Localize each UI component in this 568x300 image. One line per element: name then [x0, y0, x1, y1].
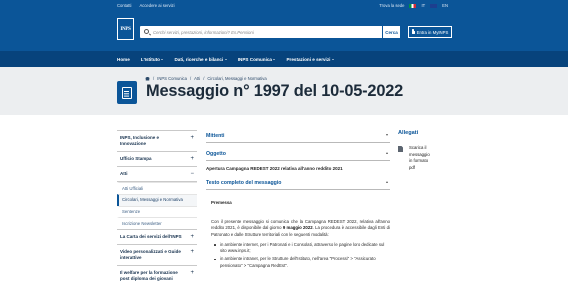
- sidebar-item-label: Il welfare per la formazione post diplom…: [120, 270, 178, 282]
- section-oggetto[interactable]: Oggetto: [206, 148, 390, 161]
- plus-icon: +: [190, 234, 194, 241]
- attachments-panel: Allegati Scarica il messaggio in formato…: [398, 130, 458, 171]
- premessa-heading: Premessa: [211, 200, 232, 205]
- sidebar-item-ufficio-stampa[interactable]: Ufficio Stampa +: [117, 151, 197, 166]
- sidebar-item-label: La Carta dei servizi dell'INPS: [120, 234, 182, 240]
- sidebar-subitem-newsletter[interactable]: Iscrizione Newsletter: [117, 217, 197, 229]
- site-header: INPS Cerca Entra in MyINPS: [0, 11, 568, 51]
- chevron-down-icon: [331, 58, 334, 60]
- chevron-up-icon: [386, 181, 388, 183]
- section-heading: Oggetto: [206, 151, 226, 157]
- plus-icon: +: [190, 156, 194, 162]
- list-item: in ambiente intranet, per le Strutture d…: [214, 256, 390, 269]
- nav-item-home[interactable]: Home: [117, 57, 130, 62]
- sidebar-item-welfare[interactable]: Il welfare per la formazione post diplom…: [117, 265, 197, 286]
- section-heading: Mittenti: [206, 133, 225, 139]
- chevron-down-icon: [224, 58, 227, 60]
- sidebar-item-label: Ufficio Stampa: [120, 156, 152, 161]
- nav-item-dati[interactable]: Dati, ricerche e bilanci: [174, 56, 227, 62]
- minus-icon: −: [190, 171, 194, 177]
- message-paragraph: Con il presente messaggio si comunica ch…: [206, 205, 390, 238]
- message-bullets: in ambiente internet, per i Patronati e …: [206, 238, 390, 269]
- uk-flag-icon[interactable]: [430, 3, 438, 8]
- top-utility-bar: Contatti Accedere ai servizi Trova la se…: [0, 0, 568, 11]
- plus-icon: +: [190, 135, 194, 141]
- sidebar-subitem-circolari[interactable]: Circolari, Messaggi e Normativa: [117, 193, 197, 206]
- attachment-label: Scarica il: [409, 145, 427, 150]
- lang-en[interactable]: EN: [442, 3, 448, 8]
- sidebar-subitem-sentenze[interactable]: Sentenze: [117, 205, 197, 218]
- attachment-label: pdf: [409, 164, 415, 170]
- inps-logo[interactable]: INPS: [117, 18, 134, 40]
- sidebar-item-label: INPS, Inclusione e Innovazione: [120, 135, 160, 146]
- search-input[interactable]: [153, 28, 373, 36]
- list-item: in ambiente internet, per i Patronati e …: [214, 242, 390, 255]
- section-mittenti[interactable]: Mittenti: [206, 130, 390, 143]
- breadcrumb-item[interactable]: INPS Comunica: [157, 76, 187, 81]
- sidebar-item-carta-servizi[interactable]: La Carta dei servizi dell'INPS +: [117, 229, 197, 244]
- page-title: Messaggio n° 1997 del 10-05-2022: [146, 82, 404, 100]
- italian-flag-icon[interactable]: [409, 3, 417, 8]
- sidebar-item-video-guide[interactable]: Video personalizzati e Guide interattive…: [117, 244, 197, 265]
- breadcrumb-item[interactable]: Circolari, Messaggi e Normativa: [207, 76, 266, 81]
- myinps-login-label: Entra in MyINPS: [416, 29, 449, 35]
- chevron-up-icon: [386, 152, 388, 154]
- main-navigation: Home L'Istituto Dati, ricerche e bilanci…: [0, 51, 568, 67]
- attachments-heading: Allegati: [398, 130, 419, 136]
- home-icon[interactable]: [145, 76, 150, 81]
- section-testo[interactable]: Testo completo del messaggio: [206, 177, 390, 190]
- breadcrumb-separator: /: [189, 76, 192, 81]
- paragraph-date: 9 maggio 2022: [282, 225, 313, 231]
- find-office-link[interactable]: Trova la sede: [379, 3, 404, 8]
- main-content: Mittenti Oggetto Apertura Campagna REDES…: [206, 130, 390, 271]
- search-button[interactable]: Cerca: [382, 26, 400, 38]
- sidebar-item-inclusione[interactable]: INPS, Inclusione e Innovazione +: [117, 130, 197, 151]
- myinps-login-button[interactable]: Entra in MyINPS: [408, 26, 452, 38]
- download-pdf-link[interactable]: Scarica il messaggio in formato pdf: [398, 145, 458, 171]
- nav-label: INPS Comunica: [237, 56, 272, 62]
- lock-icon: [411, 29, 415, 34]
- pdf-icon: [398, 146, 403, 152]
- chevron-down-icon: [161, 58, 164, 60]
- attachment-label: in formato: [409, 158, 429, 164]
- breadcrumb: / INPS Comunica / Atti / Circolari, Mess…: [145, 76, 267, 81]
- nav-label: L'Istituto: [140, 56, 160, 62]
- document-paper: [122, 86, 132, 99]
- nav-label: Home: [117, 56, 130, 62]
- nav-label: Prestazioni e servizi: [286, 56, 331, 62]
- breadcrumb-item[interactable]: Atti: [194, 76, 200, 81]
- search-icon: [144, 29, 149, 34]
- section-heading: Testo completo del messaggio: [206, 180, 282, 186]
- nav-item-prestazioni[interactable]: Prestazioni e servizi: [286, 56, 334, 62]
- contacts-link[interactable]: Contatti: [117, 3, 131, 8]
- oggetto-text: Apertura Campagna REDEST 2022 relativa a…: [206, 166, 343, 171]
- nav-label: Dati, ricerche e bilanci: [174, 56, 224, 62]
- document-icon: [117, 81, 137, 104]
- sidebar: INPS, Inclusione e Innovazione + Ufficio…: [117, 130, 197, 286]
- attachment-label: messaggio: [409, 151, 430, 157]
- access-services-link[interactable]: Accedere ai servizi: [139, 3, 174, 8]
- plus-icon: +: [190, 249, 194, 256]
- sidebar-item-label: Video personalizzati e Guide interattive: [120, 249, 181, 261]
- nav-item-istituto[interactable]: L'Istituto: [141, 57, 164, 62]
- sidebar-subitem-atti-ufficiali[interactable]: Atti Ufficiali: [117, 182, 197, 194]
- search-box: [140, 26, 383, 38]
- chevron-down-icon: [386, 134, 388, 136]
- utility-links: Contatti Accedere ai servizi: [117, 3, 175, 8]
- sidebar-item-atti[interactable]: Atti −: [117, 166, 197, 182]
- sidebar-item-label: Atti: [120, 171, 128, 176]
- utility-right: Trova la sede IT EN: [379, 3, 448, 8]
- chevron-down-icon: [273, 58, 276, 60]
- plus-icon: +: [190, 270, 194, 277]
- breadcrumb-separator: /: [203, 76, 205, 81]
- lang-it[interactable]: IT: [421, 3, 425, 8]
- breadcrumb-separator: /: [153, 76, 155, 81]
- nav-item-comunica[interactable]: INPS Comunica: [238, 57, 276, 62]
